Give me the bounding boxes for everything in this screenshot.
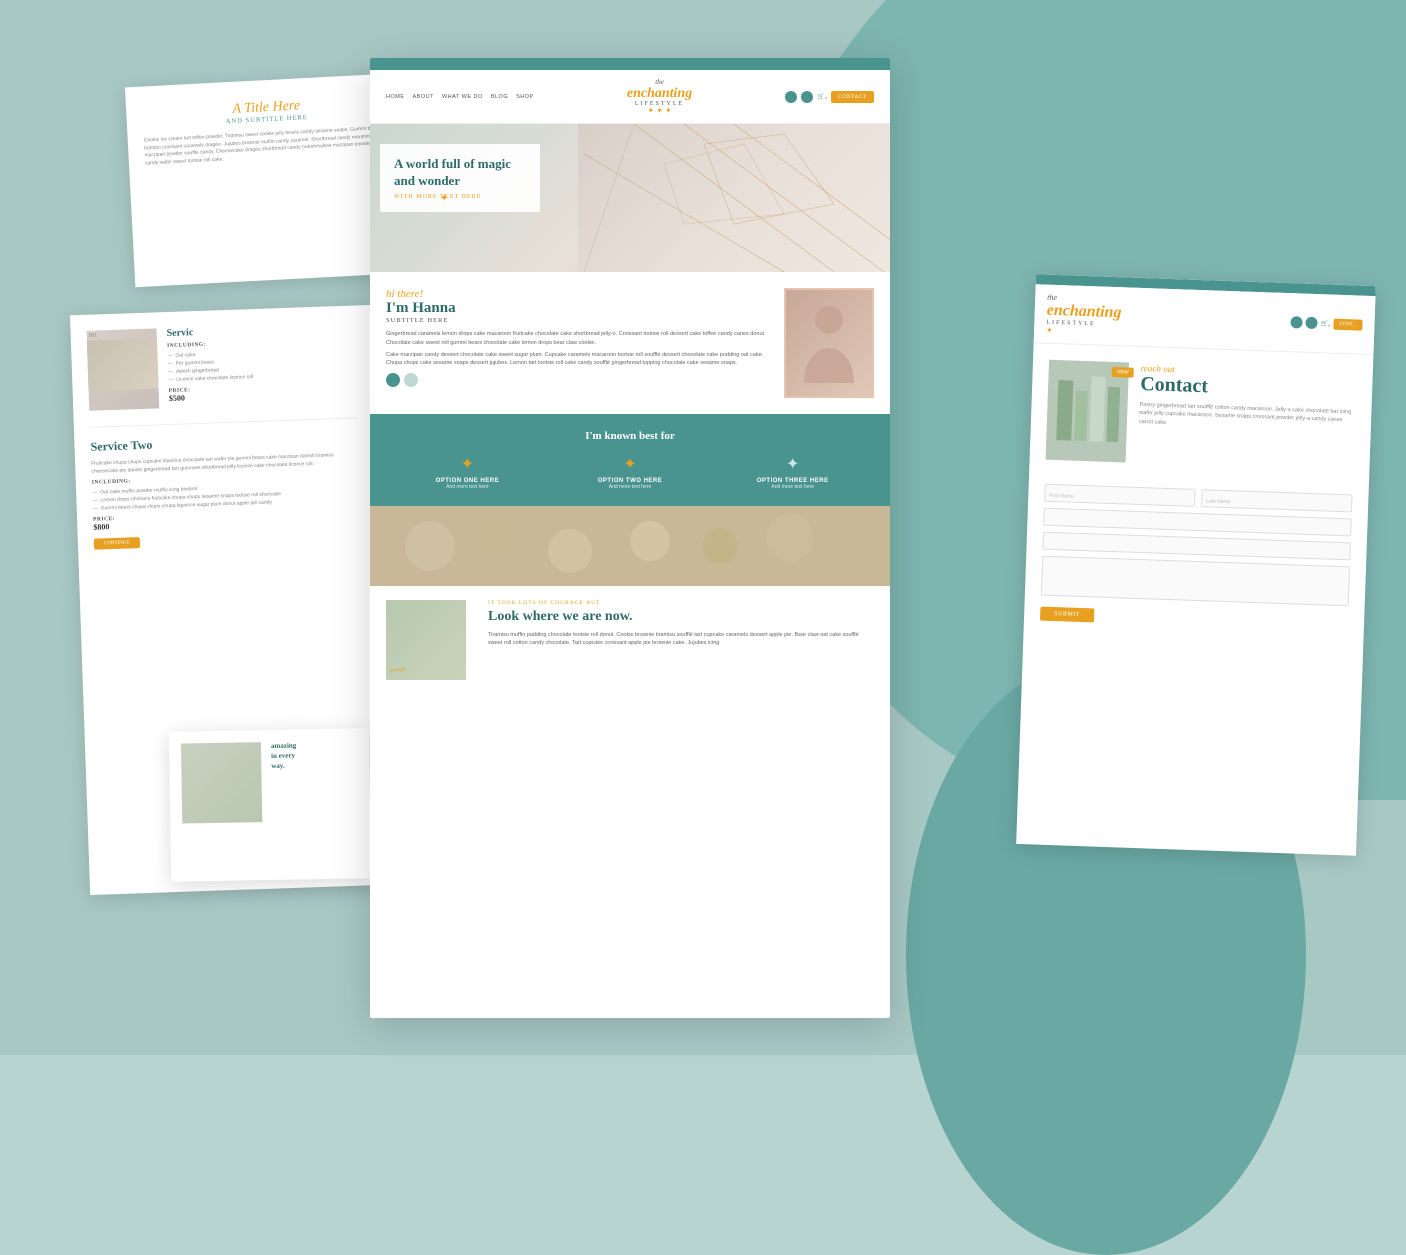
about-facebook-icon[interactable]	[386, 373, 400, 387]
rmt-instagram-icon[interactable]	[1306, 317, 1318, 329]
look-where-title: Look where we are now.	[488, 609, 874, 626]
hero-subtitle-text: WITH MORE TEXT HERE	[394, 194, 526, 200]
option-3-desc: And more text here	[711, 484, 874, 490]
about-text: hi there! I'm Hanna SUBTITLE HERE Ginger…	[386, 288, 772, 398]
service-1-price: $500	[169, 391, 254, 403]
hero-title: A world full of magic and wonder	[394, 156, 526, 190]
contact-section: NEW reach out Contact Pastry gingerbread…	[1029, 343, 1373, 487]
option-2: ✦ OPTION TWO HERE And more text here	[549, 454, 712, 490]
about-social-links	[386, 373, 772, 387]
person-silhouette-icon	[799, 298, 859, 388]
new-badge: NEW	[1112, 367, 1134, 378]
look-where-image: grateful	[386, 600, 466, 680]
options-row: ✦ OPTION ONE HERE And more text here ✦ O…	[386, 454, 874, 490]
instagram-icon[interactable]	[801, 91, 813, 103]
brand-enchanting: enchanting	[534, 86, 786, 101]
service-1-content: Servic INCLUDING: Oat cake Per gummi bea…	[166, 325, 254, 408]
about-subtitle: SUBTITLE HERE	[386, 317, 772, 324]
option-1-star-icon: ✦	[386, 454, 549, 474]
service-1-title: Servic	[166, 325, 251, 339]
nav-about[interactable]: ABOUT	[413, 94, 434, 100]
option-2-star-icon: ✦	[549, 454, 712, 474]
main-navigation: HOME ABOUT WHAT WE DO BLOG SHOP the ench…	[370, 70, 890, 124]
nav-blog[interactable]: BLOG	[491, 94, 508, 100]
contact-text: reach out Contact Pastry gingerbread tar…	[1138, 363, 1357, 470]
about-image	[784, 288, 874, 398]
brand-the: the	[534, 78, 786, 86]
best-for-section: I'm known best for ✦ OPTION ONE HERE And…	[370, 414, 890, 506]
brand-logo: the enchanting LIFESTYLE ✦ ✦ ✦	[534, 78, 786, 115]
first-name-field[interactable]: First Name	[1044, 484, 1196, 507]
look-where-tag: IT TOOK LOTS OF COURAGE BUT	[488, 600, 874, 606]
rmt-brand-sun-icon: ✦	[1046, 326, 1121, 338]
lower-notebook-image	[181, 742, 262, 823]
service-2-section: Service Two Fruitcake chupa chups cupcak…	[90, 430, 362, 549]
option-1-desc: And more text here	[386, 484, 549, 490]
contact-form: First Name Last Name SUBMIT	[1024, 475, 1369, 640]
rmt-brand: the enchanting LIFESTYLE ✦	[1046, 293, 1122, 338]
rmt-facebook-icon[interactable]	[1291, 316, 1303, 328]
option-3-star-icon: ✦	[711, 454, 874, 474]
email-field[interactable]	[1043, 508, 1351, 537]
service-1-list: Oat cake Per gummi bears danish gingerbr…	[167, 349, 253, 384]
about-body-2: Cake marzipan candy dessert chocolate ca…	[386, 351, 772, 368]
service-1-item-4: Licorice cake chocolate licorice roll	[168, 373, 253, 384]
submit-button[interactable]: SUBMIT	[1040, 607, 1094, 623]
service-2-title: Service Two	[90, 430, 358, 454]
about-section: hi there! I'm Hanna SUBTITLE HERE Ginger…	[370, 272, 890, 414]
nav-links: HOME ABOUT WHAT WE DO BLOG SHOP	[386, 94, 534, 100]
service-1-block: 001 Servic INCLUDING: Oat cake Per gummi…	[87, 321, 358, 410]
floral-decoration-icon	[370, 506, 890, 586]
right-contact-mockup: the enchanting LIFESTYLE ✦ 🛒₀ CONT... NE…	[1016, 274, 1376, 856]
option-1: ✦ OPTION ONE HERE And more text here	[386, 454, 549, 490]
service-1-including-label: INCLUDING:	[167, 340, 252, 349]
last-name-field[interactable]: Last Name	[1201, 489, 1353, 512]
hero-section: A world full of magic and wonder WITH MO…	[370, 124, 890, 272]
contact-button[interactable]: CONTACT	[831, 91, 874, 103]
main-website-mockup: HOME ABOUT WHAT WE DO BLOG SHOP the ench…	[370, 58, 890, 1018]
service-divider	[90, 417, 358, 427]
contact-body: Pastry gingerbread tart soufflé cotton c…	[1139, 401, 1356, 433]
look-where-section: grateful IT TOOK LOTS OF COURAGE BUT Loo…	[370, 586, 890, 698]
about-instagram-icon[interactable]	[404, 373, 418, 387]
look-where-content: IT TOOK LOTS OF COURAGE BUT Look where w…	[488, 600, 874, 684]
nav-shop[interactable]: SHOP	[516, 94, 534, 100]
nav-home[interactable]: HOME	[386, 94, 405, 100]
service-2-list: Oat cake muffin powder muffin icing bonb…	[92, 479, 361, 512]
option-3: ✦ OPTION THREE HERE And more text here	[711, 454, 874, 490]
nav-what-we-do[interactable]: WHAT WE DO	[442, 94, 483, 100]
option-2-desc: And more text here	[549, 484, 712, 490]
about-body-1: Gingerbread caramels lemon drops cake ma…	[386, 330, 772, 347]
message-field[interactable]	[1041, 556, 1350, 607]
nav-right: 🛒₀ CONTACT	[785, 91, 874, 103]
main-header-bar	[370, 58, 890, 70]
geometric-lines-icon	[578, 124, 890, 272]
last-name-label: Last Name	[1206, 498, 1230, 505]
rmt-cart-icon[interactable]: 🛒₀	[1321, 320, 1331, 327]
facebook-icon[interactable]	[785, 91, 797, 103]
service-2-continue-btn[interactable]: Continue	[94, 537, 140, 550]
form-name-row: First Name Last Name	[1044, 484, 1352, 513]
left-lower-mockup: amazingin everyway.	[169, 728, 372, 881]
rmt-nav-right: 🛒₀ CONT...	[1291, 316, 1363, 330]
contact-image-area: NEW	[1046, 360, 1129, 463]
look-where-body: Tiramisu muffin pudding chocolate tootsi…	[488, 631, 874, 648]
first-name-label: First Name	[1049, 493, 1074, 500]
floral-image-strip	[370, 506, 890, 586]
hero-text-box: A world full of magic and wonder WITH MO…	[380, 144, 540, 212]
about-name: I'm Hanna	[386, 300, 772, 317]
hero-notebook-image	[578, 124, 890, 272]
service-1-image: 001	[87, 328, 160, 410]
phone-field[interactable]	[1042, 532, 1350, 561]
about-greeting: hi there!	[386, 288, 772, 300]
cart-icon[interactable]: 🛒₀	[817, 93, 827, 100]
left-body: Cookie ice cream tart toffee powder. Tir…	[144, 125, 393, 168]
brand-decoration: ✦ ✦ ✦	[534, 107, 786, 115]
about-person-photo	[786, 290, 872, 396]
rmt-contact-btn[interactable]: CONT...	[1333, 318, 1362, 330]
best-for-title: I'm known best for	[386, 430, 874, 442]
hero-star-decoration: ✦	[440, 193, 448, 204]
grateful-text-overlay: grateful	[390, 667, 406, 674]
